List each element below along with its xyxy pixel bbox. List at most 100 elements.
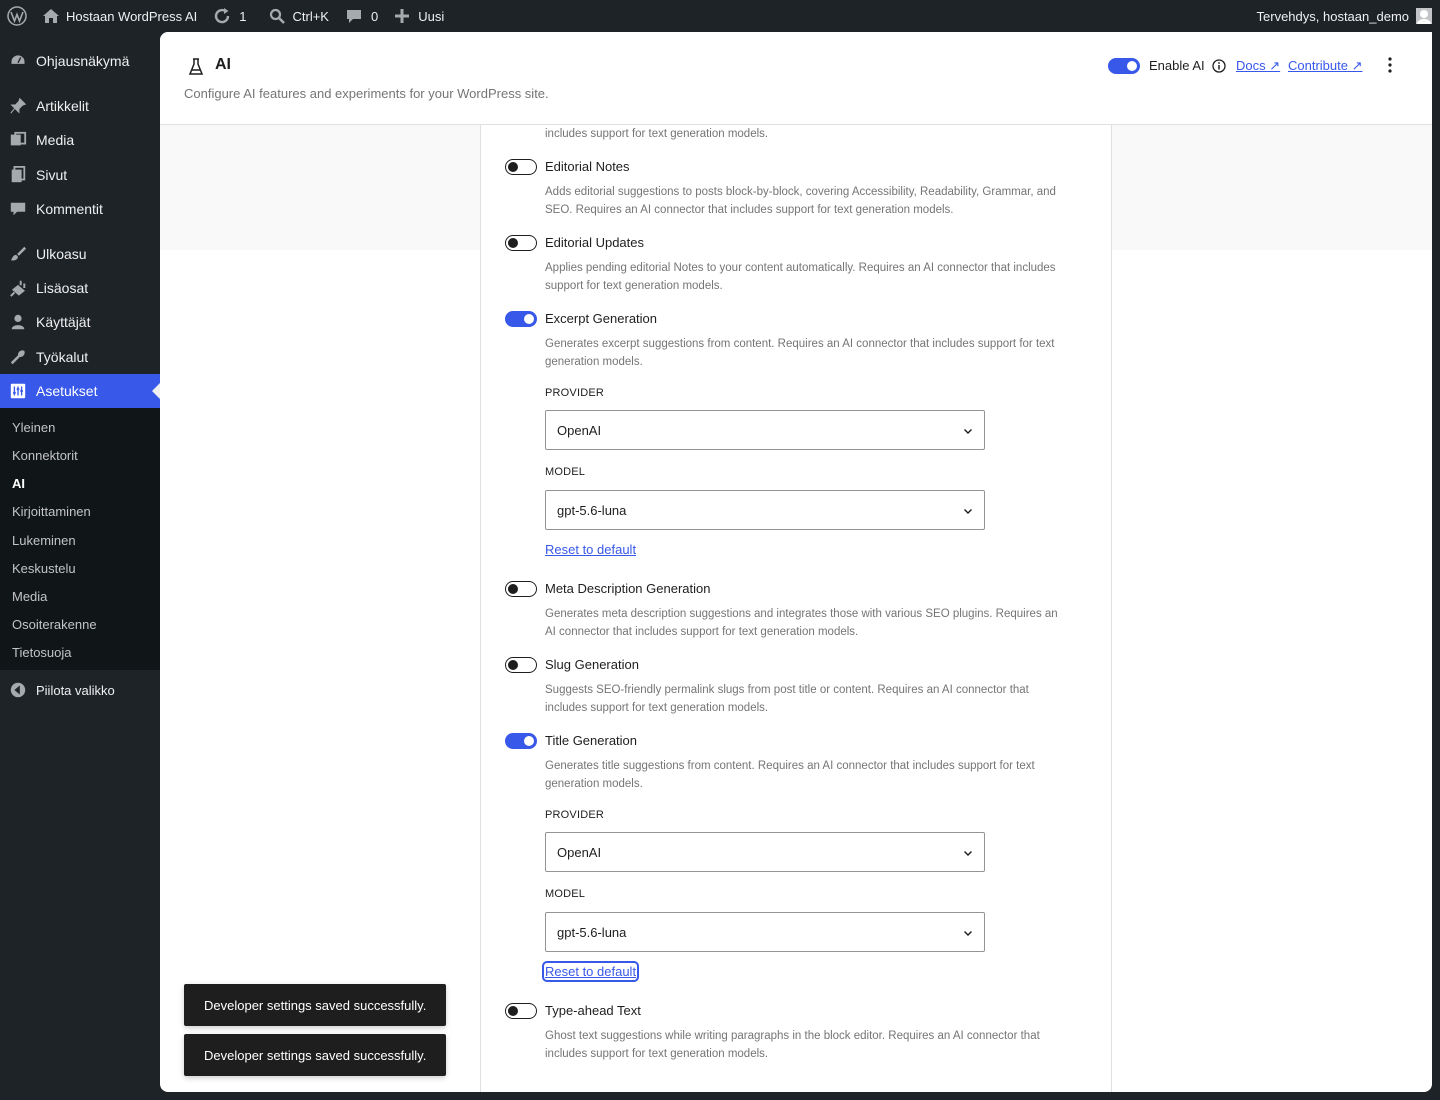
new-content-link[interactable]: Uusi bbox=[394, 0, 444, 32]
page-title: AI bbox=[215, 56, 231, 73]
search-shortcut: Ctrl+K bbox=[292, 8, 329, 24]
model-label: MODEL bbox=[545, 888, 586, 900]
chevron-down-icon bbox=[964, 851, 972, 856]
feature-label: Editorial Notes bbox=[545, 159, 630, 174]
account-menu[interactable]: Tervehdys, hostaan_demo bbox=[1257, 0, 1432, 32]
feature-label: Type-ahead Text bbox=[545, 1003, 641, 1018]
feature-description: Ghost text suggestions while writing par… bbox=[545, 1030, 1040, 1060]
sidebar-item-label: Työkalut bbox=[36, 349, 89, 365]
pages-icon bbox=[0, 166, 36, 184]
title-generation-toggle[interactable] bbox=[505, 733, 537, 749]
admin-bar: Hostaan WordPress AI 1 Ctrl+K 0 Uusi Ter… bbox=[0, 0, 1440, 32]
contribute-link[interactable]: Contribute ↗ bbox=[1288, 58, 1362, 74]
collapse-label: Piilota valikko bbox=[36, 682, 115, 698]
feature-description: includes support for text generation mod… bbox=[545, 128, 769, 140]
feature-label: Slug Generation bbox=[545, 657, 639, 672]
feature-description: Generates excerpt suggestions from conte… bbox=[545, 338, 1055, 368]
enable-ai-label: Enable AI bbox=[1149, 58, 1205, 73]
avatar bbox=[1416, 8, 1432, 24]
select-value: gpt-5.6-luna bbox=[557, 502, 627, 518]
sidebar-item-users[interactable]: Käyttäjät bbox=[0, 305, 160, 339]
model-label: MODEL bbox=[545, 466, 586, 478]
slug-generation-toggle[interactable] bbox=[505, 657, 537, 673]
excerpt-model-select[interactable]: gpt-5.6-luna bbox=[545, 490, 985, 530]
updates-icon bbox=[213, 7, 231, 25]
comment-icon bbox=[346, 8, 362, 24]
collapse-icon bbox=[0, 681, 36, 699]
feature-label: Title Generation bbox=[545, 733, 638, 748]
settings-panel: includes support for text generation mod… bbox=[160, 32, 1432, 1092]
sidebar-item-label: Asetukset bbox=[36, 383, 98, 399]
chevron-down-icon bbox=[964, 931, 972, 936]
title-model-select[interactable]: gpt-5.6-luna bbox=[545, 912, 985, 952]
page-subtitle: Configure AI features and experiments fo… bbox=[184, 86, 549, 101]
provider-label: PROVIDER bbox=[545, 387, 605, 399]
submenu-item-discussion[interactable]: Keskustelu bbox=[12, 561, 76, 576]
site-name: Hostaan WordPress AI bbox=[66, 8, 198, 24]
feature-list: includes support for text generation mod… bbox=[480, 125, 1112, 1092]
typeahead-text-toggle[interactable] bbox=[505, 1003, 537, 1019]
plus-icon bbox=[394, 8, 410, 24]
new-label: Uusi bbox=[418, 8, 445, 24]
sidebar-item-tools[interactable]: Työkalut bbox=[0, 340, 160, 374]
enable-ai-toggle[interactable] bbox=[1108, 58, 1140, 74]
updates-count: 1 bbox=[239, 8, 247, 24]
plugin-icon bbox=[0, 279, 36, 297]
feature-label: Editorial Updates bbox=[545, 235, 644, 250]
sidebar-item-label: Sivut bbox=[36, 167, 68, 183]
sidebar-item-label: Artikkelit bbox=[36, 98, 89, 114]
submenu-item-ai[interactable]: AI bbox=[12, 476, 25, 491]
sidebar-item-plugins[interactable]: Lisäosat bbox=[0, 271, 160, 305]
sidebar-item-posts[interactable]: Artikkelit bbox=[0, 89, 160, 123]
feature-description: Generates meta description suggestions a… bbox=[545, 608, 1058, 638]
flask-icon bbox=[188, 58, 204, 76]
comments-link[interactable]: 0 bbox=[346, 0, 378, 32]
snackbar-notice[interactable]: Developer settings saved successfully. bbox=[184, 1034, 446, 1076]
excerpt-reset-link[interactable]: Reset to default bbox=[545, 542, 636, 557]
submenu-item-general[interactable]: Yleinen bbox=[12, 420, 55, 435]
feature-description: Generates title suggestions from content… bbox=[545, 760, 1035, 790]
submenu-item-privacy[interactable]: Tietosuoja bbox=[12, 645, 72, 660]
submenu-item-reading[interactable]: Lukeminen bbox=[12, 533, 76, 548]
info-icon[interactable] bbox=[1212, 59, 1226, 73]
feature-label: Excerpt Generation bbox=[545, 311, 658, 326]
feature-description: Applies pending editorial Notes to your … bbox=[545, 262, 1056, 292]
feature-description: Suggests SEO-friendly permalink slugs fr… bbox=[545, 684, 1029, 714]
sidebar-item-pages[interactable]: Sivut bbox=[0, 158, 160, 192]
sidebar-item-appearance[interactable]: Ulkoasu bbox=[0, 237, 160, 271]
page-header: AI Configure AI features and experiments… bbox=[160, 32, 1432, 125]
site-name-link[interactable]: Hostaan WordPress AI bbox=[42, 0, 197, 32]
chevron-down-icon bbox=[964, 429, 972, 434]
meta-description-toggle[interactable] bbox=[505, 581, 537, 597]
collapse-menu-button[interactable]: Piilota valikko bbox=[0, 673, 160, 707]
provider-label: PROVIDER bbox=[545, 809, 605, 821]
editorial-notes-toggle[interactable] bbox=[505, 159, 537, 175]
docs-link[interactable]: Docs ↗ bbox=[1236, 58, 1280, 74]
users-icon bbox=[0, 313, 36, 331]
snackbar-notice[interactable]: Developer settings saved successfully. bbox=[184, 984, 446, 1026]
command-search[interactable]: Ctrl+K bbox=[269, 0, 329, 32]
title-reset-link[interactable]: Reset to default bbox=[541, 961, 640, 982]
submenu-item-media[interactable]: Media bbox=[12, 589, 47, 604]
more-options-icon[interactable] bbox=[1382, 56, 1398, 74]
title-provider-select[interactable]: OpenAI bbox=[545, 832, 985, 872]
comments-count: 0 bbox=[370, 8, 379, 24]
settings-submenu: Yleinen Konnektorit AI Kirjoittaminen Lu… bbox=[0, 408, 160, 670]
updates-link[interactable]: 1 bbox=[213, 0, 247, 32]
submenu-item-writing[interactable]: Kirjoittaminen bbox=[12, 504, 91, 519]
wrench-icon bbox=[0, 348, 36, 366]
sidebar-item-dashboard[interactable]: Ohjausnäkymä bbox=[0, 44, 160, 78]
comments-icon bbox=[0, 200, 36, 218]
sidebar-item-settings[interactable]: Asetukset bbox=[0, 374, 160, 408]
excerpt-provider-select[interactable]: OpenAI bbox=[545, 410, 985, 450]
sidebar-item-label: Ulkoasu bbox=[36, 246, 87, 262]
sidebar-item-media[interactable]: Media bbox=[0, 123, 160, 157]
excerpt-generation-toggle[interactable] bbox=[505, 311, 537, 327]
wordpress-logo-icon[interactable] bbox=[0, 0, 34, 32]
submenu-item-permalinks[interactable]: Osoiterakenne bbox=[12, 617, 97, 632]
sidebar-item-comments[interactable]: Kommentit bbox=[0, 192, 160, 226]
submenu-item-connectors[interactable]: Konnektorit bbox=[12, 448, 78, 463]
editorial-updates-toggle[interactable] bbox=[505, 235, 537, 251]
sidebar-item-label: Ohjausnäkymä bbox=[36, 53, 130, 69]
select-value: gpt-5.6-luna bbox=[557, 924, 627, 940]
